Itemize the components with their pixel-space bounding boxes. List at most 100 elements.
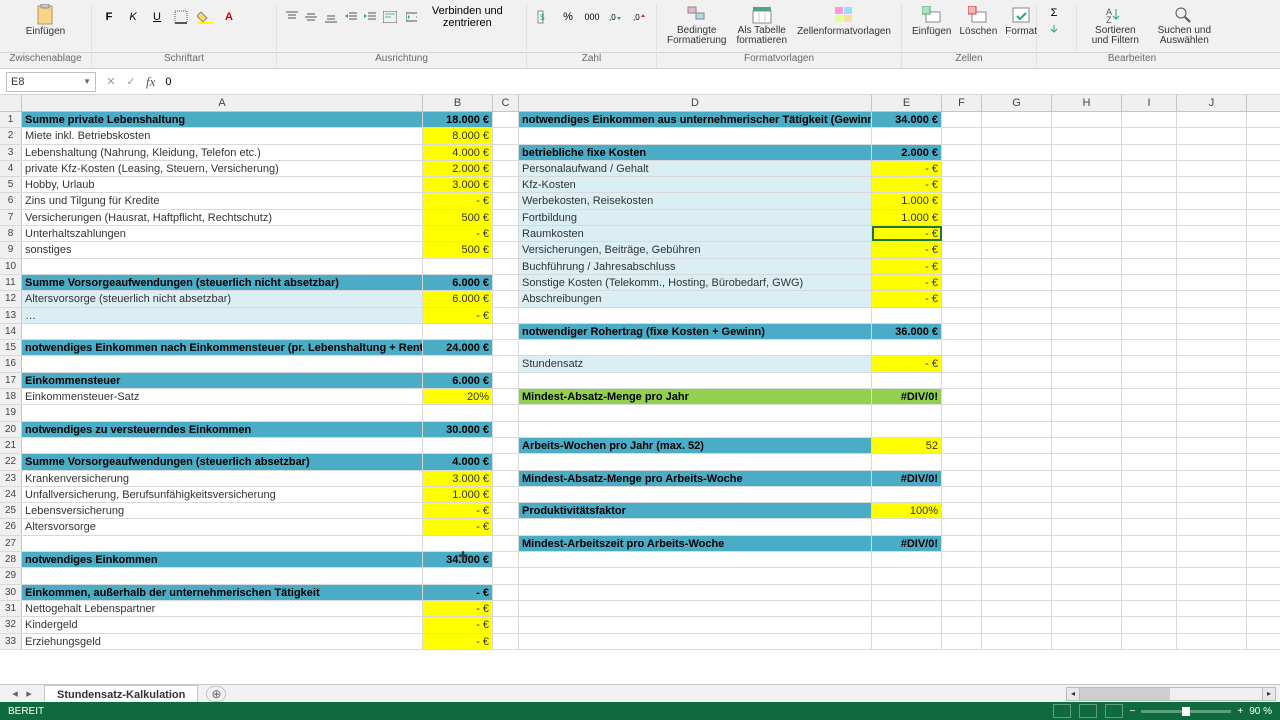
row-header[interactable]: 31 (0, 601, 22, 616)
row-header[interactable]: 32 (0, 617, 22, 632)
cell-B2[interactable]: 8.000 € (423, 128, 493, 143)
row-header[interactable]: 28 (0, 552, 22, 567)
cell-C30[interactable] (493, 585, 519, 600)
cell-D15[interactable] (519, 340, 872, 355)
cell-I13[interactable] (1122, 308, 1177, 323)
cell-B25[interactable]: - € (423, 503, 493, 518)
cell-D13[interactable] (519, 308, 872, 323)
cell-E25[interactable]: 100% (872, 503, 942, 518)
cell-D1[interactable]: notwendiges Einkommen aus unternehmerisc… (519, 112, 872, 127)
scroll-thumb[interactable] (1080, 688, 1170, 700)
delete-cells-button[interactable]: Löschen (955, 4, 1001, 37)
cell-A16[interactable] (22, 356, 423, 371)
cell-A12[interactable]: Altersvorsorge (steuerlich nicht absetzb… (22, 291, 423, 306)
cell-D30[interactable] (519, 585, 872, 600)
format-cells-button[interactable]: Format (1001, 4, 1041, 37)
cell-D20[interactable] (519, 422, 872, 437)
cell-D5[interactable]: Kfz-Kosten (519, 177, 872, 192)
cell-J6[interactable] (1177, 193, 1247, 208)
column-header-B[interactable]: B (423, 95, 493, 111)
cell-C15[interactable] (493, 340, 519, 355)
cell-A20[interactable]: notwendiges zu versteuerndes Einkommen (22, 422, 423, 437)
cell-A10[interactable] (22, 259, 423, 274)
cell-B16[interactable] (423, 356, 493, 371)
cell-F25[interactable] (942, 503, 982, 518)
cell-E12[interactable]: - € (872, 291, 942, 306)
cell-H23[interactable] (1052, 471, 1122, 486)
cell-B33[interactable]: - € (423, 634, 493, 649)
accept-formula-button[interactable]: ✓ (122, 73, 140, 91)
zoom-level[interactable]: 90 % (1249, 706, 1272, 717)
cell-G1[interactable] (982, 112, 1052, 127)
tab-nav-prev[interactable]: ▸ (22, 687, 36, 700)
cell-F14[interactable] (942, 324, 982, 339)
row-header[interactable]: 21 (0, 438, 22, 453)
cell-J23[interactable] (1177, 471, 1247, 486)
cell-F31[interactable] (942, 601, 982, 616)
cell-C25[interactable] (493, 503, 519, 518)
row-header[interactable]: 27 (0, 536, 22, 551)
cell-D25[interactable]: Produktivitätsfaktor (519, 503, 872, 518)
cell-D21[interactable]: Arbeits-Wochen pro Jahr (max. 52) (519, 438, 872, 453)
cell-D22[interactable] (519, 454, 872, 469)
cell-H13[interactable] (1052, 308, 1122, 323)
row-header[interactable]: 4 (0, 161, 22, 176)
cell-G26[interactable] (982, 519, 1052, 534)
cell-J28[interactable] (1177, 552, 1247, 567)
cell-F23[interactable] (942, 471, 982, 486)
row-header[interactable]: 14 (0, 324, 22, 339)
row-header[interactable]: 24 (0, 487, 22, 502)
cell-B11[interactable]: 6.000 € (423, 275, 493, 290)
cell-E16[interactable]: - € (872, 356, 942, 371)
wrap-text-button[interactable] (381, 7, 399, 27)
cell-I2[interactable] (1122, 128, 1177, 143)
cell-E15[interactable] (872, 340, 942, 355)
cell-I9[interactable] (1122, 242, 1177, 257)
conditional-formatting-button[interactable]: Bedingte Formatierung (663, 4, 730, 46)
cell-B1[interactable]: 18.000 € (423, 112, 493, 127)
sort-filter-button[interactable]: AZSortieren und Filtern (1083, 4, 1148, 46)
column-header-I[interactable]: I (1122, 95, 1177, 111)
cell-J12[interactable] (1177, 291, 1247, 306)
cell-G14[interactable] (982, 324, 1052, 339)
cell-F6[interactable] (942, 193, 982, 208)
cell-J27[interactable] (1177, 536, 1247, 551)
cell-E6[interactable]: 1.000 € (872, 193, 942, 208)
row-header[interactable]: 8 (0, 226, 22, 241)
cell-I6[interactable] (1122, 193, 1177, 208)
cell-G15[interactable] (982, 340, 1052, 355)
cell-E19[interactable] (872, 405, 942, 420)
cell-E11[interactable]: - € (872, 275, 942, 290)
cell-E13[interactable] (872, 308, 942, 323)
cell-A14[interactable] (22, 324, 423, 339)
cell-E33[interactable] (872, 634, 942, 649)
cell-C21[interactable] (493, 438, 519, 453)
cell-E31[interactable] (872, 601, 942, 616)
cell-J18[interactable] (1177, 389, 1247, 404)
cell-H4[interactable] (1052, 161, 1122, 176)
cell-D19[interactable] (519, 405, 872, 420)
cell-G24[interactable] (982, 487, 1052, 502)
row-header[interactable]: 3 (0, 145, 22, 160)
cell-A28[interactable]: notwendiges Einkommen (22, 552, 423, 567)
cell-C29[interactable] (493, 568, 519, 583)
fill-button[interactable] (1043, 22, 1065, 36)
cell-F22[interactable] (942, 454, 982, 469)
cell-A6[interactable]: Zins und Tilgung für Kredite (22, 193, 423, 208)
cell-I31[interactable] (1122, 601, 1177, 616)
cell-I27[interactable] (1122, 536, 1177, 551)
cell-F4[interactable] (942, 161, 982, 176)
cell-E24[interactable] (872, 487, 942, 502)
cell-E18[interactable]: #DIV/0! (872, 389, 942, 404)
row-header[interactable]: 2 (0, 128, 22, 143)
cell-A2[interactable]: Miete inkl. Betriebskosten (22, 128, 423, 143)
cell-C3[interactable] (493, 145, 519, 160)
cell-I11[interactable] (1122, 275, 1177, 290)
cell-G33[interactable] (982, 634, 1052, 649)
sheet-tab-active[interactable]: Stundensatz-Kalkulation (44, 685, 198, 703)
cell-D24[interactable] (519, 487, 872, 502)
cell-A3[interactable]: Lebenshaltung (Nahrung, Kleidung, Telefo… (22, 145, 423, 160)
cell-D4[interactable]: Personalaufwand / Gehalt (519, 161, 872, 176)
cell-J33[interactable] (1177, 634, 1247, 649)
cell-J15[interactable] (1177, 340, 1247, 355)
